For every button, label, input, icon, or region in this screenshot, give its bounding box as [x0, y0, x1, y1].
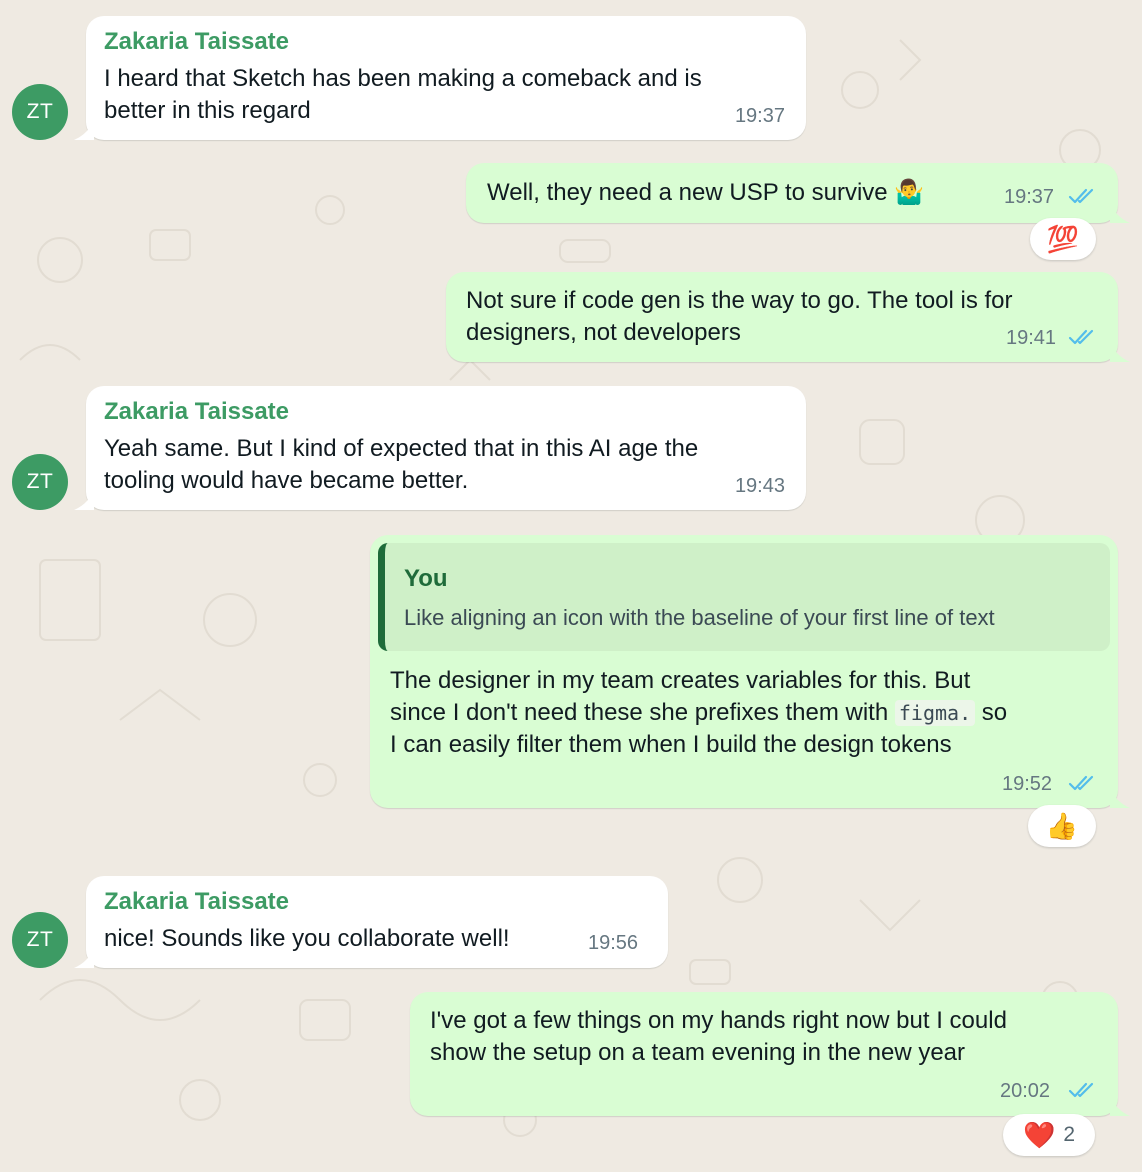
message-text-line: I've got a few things on my hands right … — [430, 1007, 1007, 1034]
message-text-line: I can easily filter them when I build th… — [390, 731, 952, 758]
avatar[interactable]: ZT — [12, 84, 68, 140]
message-text-line: designers, not developers — [466, 319, 741, 346]
chat-conversation: ZT Zakaria Taissate I heard that Sketch … — [0, 0, 1142, 1172]
sender-name: Zakaria Taissate — [104, 28, 290, 55]
message-timestamp: 20:02 — [1000, 1080, 1051, 1102]
reaction-badge[interactable]: 💯 — [1030, 218, 1096, 260]
message-timestamp: 19:41 — [1006, 327, 1057, 349]
message-text-line: since I don't need these she prefixes th… — [390, 697, 1007, 729]
quoted-text: Like aligning an icon with the baseline … — [404, 605, 995, 630]
message-timestamp: 19:56 — [588, 932, 639, 954]
read-double-check-icon — [1068, 188, 1094, 204]
reaction-badge[interactable]: ❤️ 2 — [1003, 1114, 1095, 1156]
incoming-message-bubble[interactable]: Zakaria Taissate nice! Sounds like you c… — [74, 876, 668, 968]
message-text-line: show the setup on a team evening in the … — [430, 1039, 966, 1066]
inline-code: figma. — [894, 700, 976, 726]
message-timestamp: 19:37 — [1004, 186, 1055, 208]
sender-name: Zakaria Taissate — [104, 398, 290, 425]
message-text-segment: so — [981, 699, 1008, 726]
bubble-tail-icon — [74, 490, 94, 510]
incoming-message-bubble[interactable]: Zakaria Taissate Yeah same. But I kind o… — [74, 386, 806, 510]
message-text-line: I heard that Sketch has been making a co… — [104, 65, 702, 92]
thumbs-up-emoji-icon: 👍 — [1045, 810, 1079, 841]
message-text-line: The designer in my team creates variable… — [390, 667, 971, 694]
message-text-line: Yeah same. But I kind of expected that i… — [104, 435, 699, 462]
outgoing-message-bubble[interactable]: Not sure if code gen is the way to go. T… — [446, 272, 1130, 362]
red-heart-emoji-icon: ❤️ — [1022, 1119, 1056, 1150]
hundred-points-emoji-icon: 💯 — [1046, 223, 1080, 254]
message-text-segment: since I don't need these she prefixes th… — [390, 699, 889, 726]
message-text-line: Not sure if code gen is the way to go. T… — [466, 287, 1013, 314]
bubble-tail-icon — [74, 948, 94, 968]
message-text-line: nice! Sounds like you collaborate well! — [104, 925, 510, 952]
avatar[interactable]: ZT — [12, 454, 68, 510]
outgoing-message-bubble[interactable]: I've got a few things on my hands right … — [410, 992, 1130, 1116]
read-double-check-icon — [1068, 775, 1094, 791]
outgoing-message-bubble[interactable]: You Like aligning an icon with the basel… — [370, 535, 1130, 808]
bubble-tail-icon — [74, 120, 94, 140]
reaction-badge[interactable]: 👍 — [1028, 805, 1096, 847]
message-timestamp: 19:37 — [734, 105, 785, 127]
message-text-line: tooling would have became better. — [104, 467, 469, 494]
message-timestamp: 19:52 — [1002, 773, 1053, 795]
bubble-tail-icon — [1110, 203, 1130, 223]
outgoing-message-bubble[interactable]: Well, they need a new USP to survive 🤷‍♂… — [466, 163, 1130, 223]
quoted-author: You — [404, 565, 448, 592]
message-timestamp: 19:43 — [734, 475, 785, 497]
read-double-check-icon — [1068, 1082, 1094, 1098]
bubble-tail-icon — [1110, 342, 1130, 362]
bubble-tail-icon — [1110, 1096, 1130, 1116]
message-text-line: better in this regard — [104, 97, 311, 124]
sender-name: Zakaria Taissate — [104, 888, 290, 915]
read-double-check-icon — [1068, 329, 1094, 345]
message-text-line: Well, they need a new USP to survive 🤷‍♂… — [487, 179, 925, 206]
bubble-tail-icon — [1110, 788, 1130, 808]
quoted-message[interactable]: You Like aligning an icon with the basel… — [378, 543, 1110, 651]
incoming-message-bubble[interactable]: Zakaria Taissate I heard that Sketch has… — [74, 16, 806, 140]
avatar[interactable]: ZT — [12, 912, 68, 968]
reaction-count: 2 — [1063, 1123, 1076, 1146]
